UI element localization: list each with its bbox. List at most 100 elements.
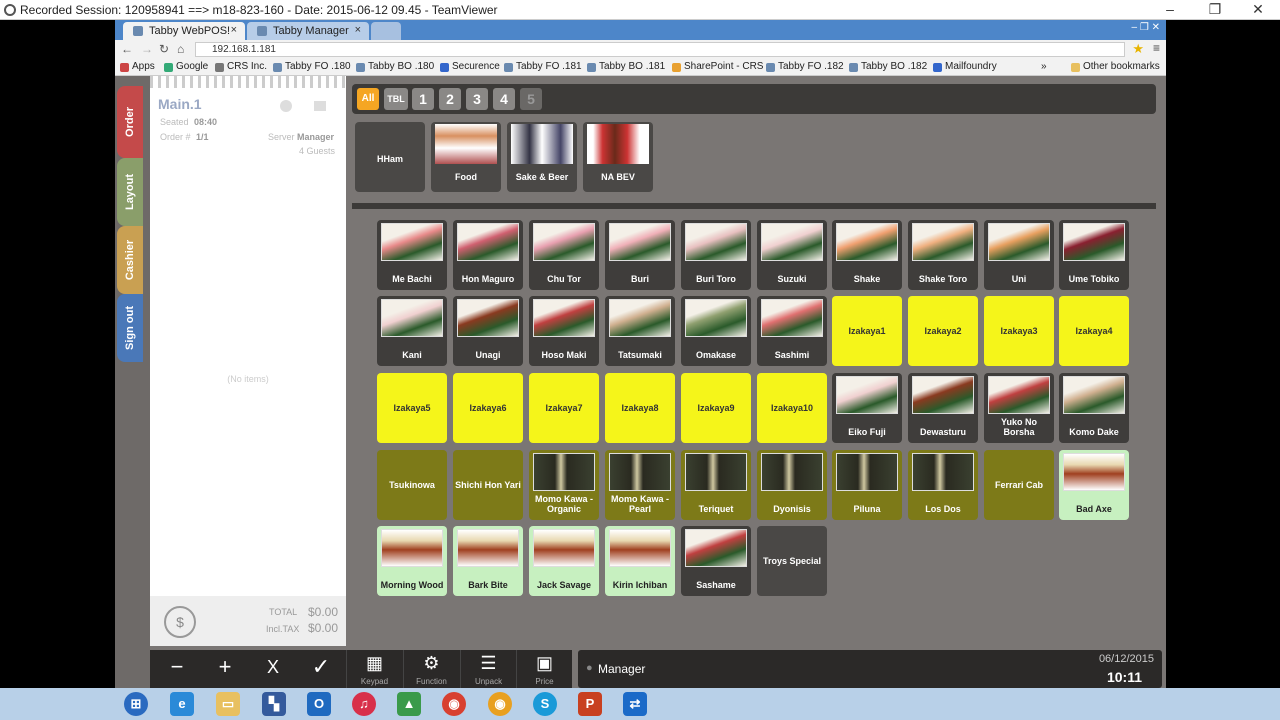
start-button-icon[interactable]: ⊞ — [124, 692, 148, 716]
category-hham[interactable]: HHam — [355, 122, 425, 192]
bookmark-google[interactable]: Google — [164, 61, 208, 72]
bookmark-star-icon[interactable]: ★ — [1132, 41, 1144, 57]
payment-icon[interactable]: $ — [164, 606, 196, 638]
menu-item-tatsumaki[interactable]: Tatsumaki — [605, 296, 675, 366]
menu-item-teriquet[interactable]: Teriquet — [681, 450, 751, 520]
menu-item-omakase[interactable]: Omakase — [681, 296, 751, 366]
category-na-bev[interactable]: NA BEV — [583, 122, 653, 192]
menu-item-unagi[interactable]: Unagi — [453, 296, 523, 366]
browser-restore-icon[interactable]: ❐ — [1140, 22, 1149, 33]
category-sake-beer[interactable]: Sake & Beer — [507, 122, 577, 192]
other-bookmarks[interactable]: Other bookmarks — [1071, 61, 1160, 72]
category-food[interactable]: Food — [431, 122, 501, 192]
menu-item-komo-dake[interactable]: Komo Dake — [1059, 373, 1129, 443]
menu-item-izakaya6[interactable]: Izakaya6 — [453, 373, 523, 443]
price-button[interactable]: ▣ Price — [516, 650, 572, 688]
bookmark-tabby-fo-180[interactable]: Tabby FO .180 — [273, 61, 351, 72]
home-icon[interactable]: ⌂ — [177, 42, 184, 56]
menu-item-bark-bite[interactable]: Bark Bite — [453, 526, 523, 596]
filter-seat-5[interactable]: 5 — [520, 88, 542, 110]
remove-item-button[interactable]: − — [153, 650, 201, 688]
menu-item-jack-savage[interactable]: Jack Savage — [529, 526, 599, 596]
menu-item-yuko-no-borsha[interactable]: Yuko No Borsha — [984, 373, 1054, 443]
skype-icon[interactable]: S — [533, 692, 557, 716]
tab-layout[interactable]: Layout — [117, 158, 143, 226]
chrome-canary-icon[interactable]: ◉ — [488, 692, 512, 716]
function-button[interactable]: ⚙ Function — [403, 650, 459, 688]
tab-sign-out[interactable]: Sign out — [117, 294, 143, 362]
add-item-button[interactable]: + — [201, 650, 249, 688]
menu-item-eiko-fuji[interactable]: Eiko Fuji — [832, 373, 902, 443]
menu-item-buri-toro[interactable]: Buri Toro — [681, 220, 751, 290]
menu-item-troys-special[interactable]: Troys Special — [757, 526, 827, 596]
filter-seat-3[interactable]: 3 — [466, 88, 488, 110]
itunes-icon[interactable]: ♫ — [352, 692, 376, 716]
tab-close-icon[interactable]: × — [231, 24, 237, 36]
close-icon[interactable]: ✕ — [1238, 0, 1278, 20]
menu-item-hon-maguro[interactable]: Hon Maguro — [453, 220, 523, 290]
menu-item-tsukinowa[interactable]: Tsukinowa — [377, 450, 447, 520]
reload-icon[interactable]: ↻ — [159, 42, 169, 56]
menu-item-izakaya9[interactable]: Izakaya9 — [681, 373, 751, 443]
url-input[interactable]: 192.168.1.181 — [195, 42, 1125, 57]
browser-minimize-icon[interactable]: – — [1132, 22, 1138, 33]
file-explorer-icon[interactable]: ▭ — [216, 692, 240, 716]
menu-item-kani[interactable]: Kani — [377, 296, 447, 366]
bookmark-tabby-fo-182[interactable]: Tabby FO .182 — [766, 61, 844, 72]
forward-icon[interactable]: → — [141, 42, 153, 56]
bookmark-apps[interactable]: Apps — [120, 61, 155, 72]
bookmark-securence[interactable]: Securence — [440, 61, 500, 72]
bookmark-crs[interactable]: CRS Inc. — [215, 61, 267, 72]
menu-item-izakaya7[interactable]: Izakaya7 — [529, 373, 599, 443]
unpack-button[interactable]: ☰ Unpack — [460, 650, 516, 688]
menu-item-izakaya3[interactable]: Izakaya3 — [984, 296, 1054, 366]
filter-seat-4[interactable]: 4 — [493, 88, 515, 110]
bookmark-tabby-bo-181[interactable]: Tabby BO .181 — [587, 61, 665, 72]
bookmark-mailfoundry[interactable]: Mailfoundry — [933, 61, 997, 72]
bookmark-sharepoint[interactable]: SharePoint - CRS — [672, 61, 763, 72]
bookmark-tabby-bo-180[interactable]: Tabby BO .180 — [356, 61, 434, 72]
filter-seat-2[interactable]: 2 — [439, 88, 461, 110]
confirm-button[interactable]: ✓ — [297, 650, 345, 688]
more-bookmarks-button[interactable]: » — [1041, 61, 1047, 72]
ie-icon[interactable]: e — [170, 692, 194, 716]
tab-tabby-manager[interactable]: Tabby Manager × — [247, 22, 369, 40]
menu-item-me-bachi[interactable]: Me Bachi — [377, 220, 447, 290]
menu-item-los-dos[interactable]: Los Dos — [908, 450, 978, 520]
remote-desktop-icon[interactable]: ▚ — [262, 692, 286, 716]
tab-order[interactable]: Order — [117, 86, 143, 158]
filter-all[interactable]: All — [357, 88, 379, 110]
powerpoint-icon[interactable]: P — [578, 692, 602, 716]
menu-item-morning-wood[interactable]: Morning Wood — [377, 526, 447, 596]
menu-item-sashimi[interactable]: Sashimi — [757, 296, 827, 366]
browser-close-icon[interactable]: ✕ — [1152, 22, 1160, 33]
menu-item-dewasturu[interactable]: Dewasturu — [908, 373, 978, 443]
menu-item-dyonisis[interactable]: Dyonisis — [757, 450, 827, 520]
bookmark-tabby-fo-181[interactable]: Tabby FO .181 — [504, 61, 582, 72]
menu-item-hoso-maki[interactable]: Hoso Maki — [529, 296, 599, 366]
menu-item-ferrari-cab[interactable]: Ferrari Cab — [984, 450, 1054, 520]
menu-item-shake[interactable]: Shake — [832, 220, 902, 290]
minimize-icon[interactable]: – — [1150, 0, 1190, 20]
outlook-icon[interactable]: O — [307, 692, 331, 716]
bookmark-tabby-bo-182[interactable]: Tabby BO .182 — [849, 61, 927, 72]
teamviewer-taskbar-icon[interactable]: ⇄ — [623, 692, 647, 716]
menu-item-shake-toro[interactable]: Shake Toro — [908, 220, 978, 290]
menu-item-kirin-ichiban[interactable]: Kirin Ichiban — [605, 526, 675, 596]
menu-item-izakaya8[interactable]: Izakaya8 — [605, 373, 675, 443]
filter-tbl[interactable]: TBL — [384, 88, 408, 110]
menu-item-izakaya4[interactable]: Izakaya4 — [1059, 296, 1129, 366]
menu-item-uni[interactable]: Uni — [984, 220, 1054, 290]
menu-item-momo-kawa-organic[interactable]: Momo Kawa - Organic — [529, 450, 599, 520]
menu-item-izakaya5[interactable]: Izakaya5 — [377, 373, 447, 443]
menu-item-izakaya10[interactable]: Izakaya10 — [757, 373, 827, 443]
menu-item-ume-tobiko[interactable]: Ume Tobiko — [1059, 220, 1129, 290]
menu-item-momo-kawa-pearl[interactable]: Momo Kawa - Pearl — [605, 450, 675, 520]
menu-item-sashame[interactable]: Sashame — [681, 526, 751, 596]
split-icon[interactable] — [314, 101, 326, 111]
menu-item-piluna[interactable]: Piluna — [832, 450, 902, 520]
menu-item-bad-axe[interactable]: Bad Axe — [1059, 450, 1129, 520]
menu-item-suzuki[interactable]: Suzuki — [757, 220, 827, 290]
tab-close-icon[interactable]: × — [355, 24, 361, 36]
cancel-button[interactable]: X — [249, 650, 297, 688]
